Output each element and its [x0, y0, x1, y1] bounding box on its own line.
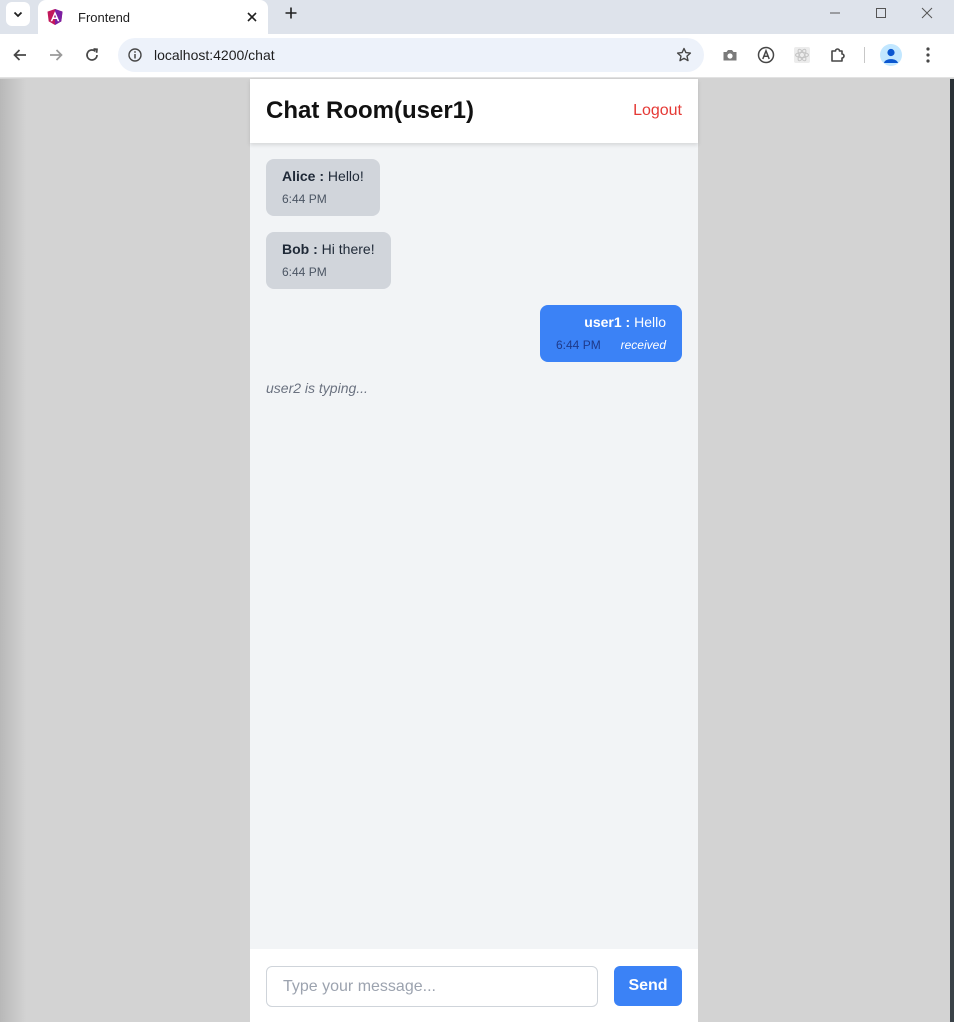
- message-line: Alice : Hello!: [282, 168, 364, 184]
- message-text: Hi there!: [321, 241, 375, 257]
- right-edge-strip: [950, 79, 954, 1022]
- angular-a-icon: [757, 46, 775, 64]
- reload-icon: [86, 48, 98, 61]
- angular-logo-icon: [47, 9, 63, 25]
- message-input[interactable]: [266, 966, 598, 1007]
- site-info-icon[interactable]: [128, 48, 142, 62]
- logout-button[interactable]: Logout: [633, 102, 682, 120]
- message-time: 6:44 PM: [282, 265, 327, 279]
- chat-app: Chat Room(user1) Logout Alice : Hello! 6…: [250, 79, 698, 1022]
- camera-icon: [723, 50, 737, 61]
- browser-menu-button[interactable]: [917, 44, 939, 66]
- toolbar-divider: [864, 47, 865, 63]
- reload-button[interactable]: [79, 42, 105, 68]
- page-title: Chat Room(user1): [266, 97, 475, 124]
- maximize-icon: [876, 8, 886, 18]
- message-line: user1 : Hello: [556, 314, 666, 330]
- left-edge-shadow: [0, 79, 26, 1022]
- minimize-icon: [830, 12, 840, 14]
- browser-toolbar: localhost:4200/chat: [0, 34, 954, 78]
- screenshot-extension-button[interactable]: [719, 44, 741, 66]
- close-icon: [247, 12, 257, 22]
- tab-close-button[interactable]: [244, 9, 260, 25]
- back-button[interactable]: [7, 42, 33, 68]
- message-bubble-own: user1 : Hello 6:44 PM received: [540, 305, 682, 362]
- message-line: Bob : Hi there!: [282, 241, 375, 257]
- message-sender: user1: [584, 314, 622, 330]
- message-text: Hello!: [327, 168, 364, 184]
- message-input-bar: Send: [250, 949, 698, 1022]
- typing-indicator: user2 is typing...: [266, 380, 368, 396]
- message-separator: :: [309, 241, 322, 257]
- url-text: localhost:4200/chat: [154, 47, 275, 63]
- message-separator: :: [315, 168, 328, 184]
- chevron-down-icon: [13, 11, 23, 18]
- message-meta: 6:44 PM received: [556, 338, 666, 352]
- arrow-right-icon: [50, 49, 63, 61]
- message-text: Hello: [634, 314, 666, 330]
- tab-strip: Frontend: [0, 0, 954, 34]
- react-icon: [794, 47, 810, 63]
- message-status: received: [620, 338, 666, 352]
- react-devtools-extension-button[interactable]: [791, 44, 813, 66]
- new-tab-button[interactable]: [280, 2, 302, 24]
- page-viewport: Chat Room(user1) Logout Alice : Hello! 6…: [0, 79, 954, 1022]
- close-icon: [921, 7, 933, 19]
- forward-button[interactable]: [43, 42, 69, 68]
- message-sender: Bob: [282, 241, 310, 257]
- address-bar[interactable]: localhost:4200/chat: [118, 38, 704, 72]
- plus-icon: [285, 7, 297, 19]
- message-sender: Alice: [282, 168, 316, 184]
- message-separator: :: [621, 314, 635, 330]
- star-icon[interactable]: [676, 47, 692, 63]
- browser-tab[interactable]: Frontend: [38, 0, 268, 34]
- send-button[interactable]: Send: [614, 966, 682, 1006]
- arrow-left-icon: [13, 49, 26, 61]
- message-time: 6:44 PM: [282, 192, 327, 206]
- tab-search-button[interactable]: [6, 2, 30, 26]
- person-icon: [884, 48, 898, 63]
- minimize-button[interactable]: [812, 0, 858, 26]
- extensions-button[interactable]: [827, 44, 849, 66]
- message-bubble: Bob : Hi there! 6:44 PM: [266, 232, 391, 289]
- more-vertical-icon: [926, 47, 930, 63]
- message-bubble: Alice : Hello! 6:44 PM: [266, 159, 380, 216]
- chat-header: Chat Room(user1) Logout: [250, 79, 698, 143]
- close-window-button[interactable]: [904, 0, 950, 26]
- angular-devtools-extension-button[interactable]: [755, 44, 777, 66]
- maximize-button[interactable]: [858, 0, 904, 26]
- profile-avatar[interactable]: [880, 44, 902, 66]
- puzzle-icon: [831, 48, 845, 62]
- message-time: 6:44 PM: [556, 338, 601, 352]
- tab-title: Frontend: [78, 9, 131, 25]
